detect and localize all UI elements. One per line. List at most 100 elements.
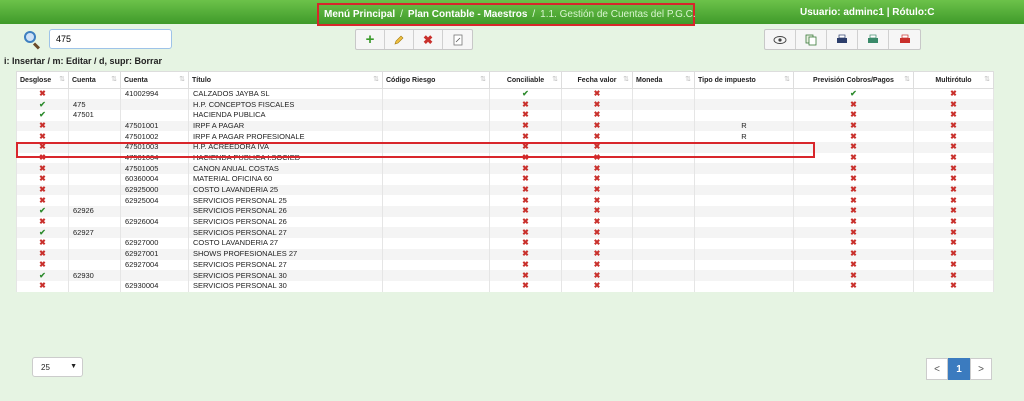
col-prevision[interactable]: Previsión Cobros/Pagos ⇅	[793, 71, 914, 89]
table-row[interactable]: ✔ 62926 SERVICIOS PERSONAL 26 ✖ ✖ ✖ ✖	[16, 206, 994, 217]
cell-riesgo	[382, 131, 490, 142]
delete-icon[interactable]: ✖	[414, 30, 443, 49]
cross-icon: ✖	[522, 174, 529, 184]
cell-moneda	[632, 195, 695, 207]
view-icon[interactable]	[765, 30, 796, 49]
table-row[interactable]: ✖ 62930004 SERVICIOS PERSONAL 30 ✖ ✖ ✖ ✖	[16, 280, 994, 292]
edit-icon[interactable]	[385, 30, 414, 49]
search-input[interactable]	[49, 29, 172, 49]
table-row[interactable]: ✖ 62927001 SHOWS PROFESIONALES 27 ✖ ✖ ✖ ✖	[16, 248, 994, 260]
user-info: Usuario: adminc1 | Rótulo:C	[800, 7, 935, 18]
table-row[interactable]: ✖ 62927000 COSTO LAVANDERIA 27 ✖ ✖ ✖ ✖	[16, 238, 994, 249]
cell-tipo	[694, 152, 794, 164]
cell-conciliable: ✖	[489, 216, 562, 228]
cell-fecha: ✖	[561, 120, 633, 132]
cross-icon: ✖	[593, 99, 601, 109]
page-1-button[interactable]: 1	[948, 358, 970, 380]
cell-moneda	[632, 238, 695, 249]
col-cuenta-detalle[interactable]: Cuenta ⇅	[120, 71, 189, 89]
cross-icon: ✖	[39, 185, 46, 195]
cell-moneda	[632, 174, 695, 185]
table-row[interactable]: ✔ 62930 SERVICIOS PERSONAL 30 ✖ ✖ ✖ ✖	[16, 270, 994, 281]
table-row[interactable]: ✖ 60360004 MATERIAL OFICINA 60 ✖ ✖ ✖ ✖	[16, 174, 994, 185]
cell-riesgo	[382, 216, 490, 228]
cell-desglose: ✖	[16, 216, 69, 228]
cell-cuenta1	[68, 152, 121, 164]
cross-icon: ✖	[593, 238, 601, 248]
col-cuenta[interactable]: Cuenta ⇅	[68, 71, 121, 89]
col-moneda[interactable]: Moneda ⇅	[632, 71, 695, 89]
cell-titulo: COSTO LAVANDERIA 25	[188, 184, 383, 196]
col-titulo[interactable]: Título ⇅	[188, 71, 383, 89]
col-fecha-valor[interactable]: Fecha valor ⇅	[561, 71, 633, 89]
col-multirotulo[interactable]: Multirótulo ⇅	[913, 71, 994, 89]
cross-icon: ✖	[850, 152, 857, 162]
cell-riesgo	[382, 109, 490, 121]
cell-titulo: H.P. CONCEPTOS FISCALES	[188, 99, 383, 110]
table-row[interactable]: ✖ 62925004 SERVICIOS PERSONAL 25 ✖ ✖ ✖ ✖	[16, 195, 994, 207]
pdf-icon[interactable]	[889, 30, 920, 49]
cell-fecha: ✖	[561, 163, 633, 174]
cell-cuenta1	[68, 163, 121, 174]
cell-cuenta1: 475	[68, 99, 121, 110]
cell-riesgo	[382, 206, 490, 217]
cell-conciliable: ✖	[489, 163, 562, 174]
cell-conciliable: ✖	[489, 206, 562, 217]
page-size-select[interactable]: 25 ▼	[32, 357, 83, 377]
cell-prevision: ✖	[793, 174, 914, 185]
cross-icon: ✖	[950, 152, 957, 162]
printer-icon[interactable]	[858, 30, 889, 49]
table-row[interactable]: ✖ 62925000 COSTO LAVANDERIA 25 ✖ ✖ ✖ ✖	[16, 184, 994, 196]
add-icon[interactable]: +	[356, 30, 385, 49]
breadcrumb-plan-contable[interactable]: Plan Contable - Maestros	[408, 9, 527, 20]
cross-icon: ✖	[950, 99, 957, 109]
table-row[interactable]: ✖ 47501002 IRPF A PAGAR PROFESIONALE ✖ ✖ R ✖ ✖	[16, 131, 994, 142]
print-icon[interactable]	[827, 30, 858, 49]
cell-cuenta2: 62925004	[120, 195, 189, 207]
cross-icon: ✖	[522, 270, 529, 280]
prev-page-button[interactable]: <	[926, 358, 948, 380]
cell-cuenta1: 62930	[68, 270, 121, 281]
cell-cuenta1	[68, 216, 121, 228]
breadcrumb-menu-principal[interactable]: Menú Principal	[324, 9, 395, 20]
cross-icon: ✖	[850, 163, 857, 173]
cell-multi: ✖	[913, 238, 994, 249]
col-tipo-impuesto[interactable]: Tipo de impuesto ⇅	[694, 71, 794, 89]
cell-prevision: ✖	[793, 259, 914, 271]
table-row[interactable]: ✖ 47501005 CANON ANUAL COSTAS ✖ ✖ ✖ ✖	[16, 163, 994, 174]
cell-riesgo	[382, 88, 490, 100]
col-desglose[interactable]: Desglose ⇅	[16, 71, 69, 89]
cell-titulo: IRPF A PAGAR	[188, 120, 383, 132]
cross-icon: ✖	[850, 238, 857, 248]
table-header: Desglose ⇅ Cuenta ⇅ Cuenta ⇅ Título ⇅ Código…	[16, 71, 994, 89]
cell-riesgo	[382, 152, 490, 164]
search-icon[interactable]	[22, 30, 44, 50]
table-row[interactable]: ✖ 47501003 H.P. ACREEDORA IVA ✖ ✖ ✖ ✖	[16, 141, 994, 153]
cell-multi: ✖	[913, 163, 994, 174]
cell-multi: ✖	[913, 141, 994, 153]
table-row[interactable]: ✔ 475 H.P. CONCEPTOS FISCALES ✖ ✖ ✖ ✖	[16, 99, 994, 110]
breadcrumb-separator: /	[532, 9, 536, 20]
col-conciliable[interactable]: Conciliable ⇅	[489, 71, 562, 89]
table-row[interactable]: ✖ 62926004 SERVICIOS PERSONAL 26 ✖ ✖ ✖ ✖	[16, 216, 994, 228]
search-area	[22, 29, 172, 50]
table-row[interactable]: ✔ 62927 SERVICIOS PERSONAL 27 ✖ ✖ ✖ ✖	[16, 227, 994, 239]
cell-cuenta1	[68, 280, 121, 292]
table-row[interactable]: ✖ 62927004 SERVICIOS PERSONAL 27 ✖ ✖ ✖ ✖	[16, 259, 994, 271]
cell-multi: ✖	[913, 248, 994, 260]
cell-cuenta1: 62927	[68, 227, 121, 239]
table-row[interactable]: ✔ 47501 HACIENDA PUBLICA ✖ ✖ ✖ ✖	[16, 109, 994, 121]
table-row[interactable]: ✖ 47501001 IRPF A PAGAR ✖ ✖ R ✖ ✖	[16, 120, 994, 132]
table-row[interactable]: ✖ 41002994 CALZADOS JAYBA SL ✔ ✖ ✔ ✖	[16, 88, 994, 100]
cross-icon: ✖	[522, 99, 529, 109]
export-icon[interactable]	[443, 30, 472, 49]
table-row[interactable]: ✖ 47501004 HACIENDA PUBLICA I.SOCIED ✖ ✖ ✖ ✖	[16, 152, 994, 164]
copy-icon[interactable]	[796, 30, 827, 49]
check-icon: ✔	[522, 89, 529, 99]
cross-icon: ✖	[850, 110, 857, 120]
cell-fecha: ✖	[561, 227, 633, 239]
col-codigo-riesgo[interactable]: Código Riesgo ⇅	[382, 71, 490, 89]
cross-icon: ✖	[39, 281, 46, 291]
next-page-button[interactable]: >	[970, 358, 992, 380]
cross-icon: ✖	[522, 152, 529, 162]
